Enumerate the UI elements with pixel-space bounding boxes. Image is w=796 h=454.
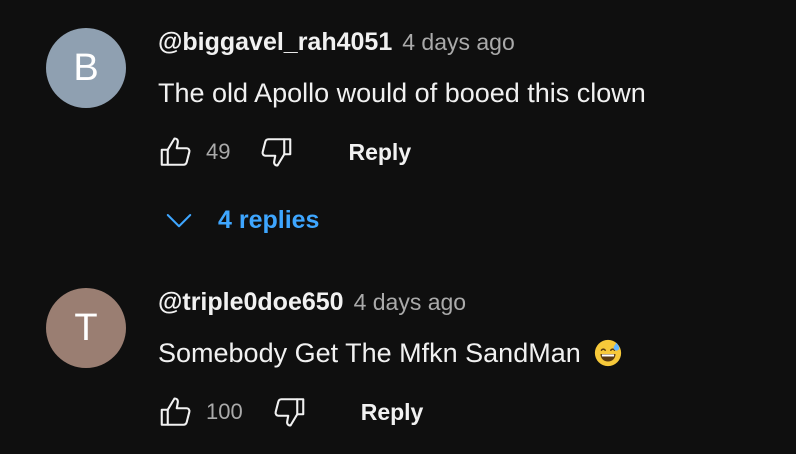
avatar-letter: T — [74, 306, 98, 349]
replies-count-label: 4 replies — [218, 205, 320, 234]
thumbs-down-icon — [262, 138, 292, 167]
reply-button[interactable]: Reply — [361, 399, 424, 426]
comment-text: The old Apollo would of booed this clown — [158, 74, 646, 112]
chevron-down-icon — [164, 205, 194, 235]
avatar[interactable]: T — [46, 288, 126, 368]
comment-text: Somebody Get The Mfkn SandMan — [158, 334, 623, 372]
avatar[interactable]: B — [46, 28, 126, 108]
comment-text-content: Somebody Get The Mfkn SandMan — [158, 337, 581, 368]
like-count: 100 — [206, 399, 243, 424]
dislike-button[interactable] — [269, 392, 309, 432]
dislike-button[interactable] — [256, 132, 296, 172]
comment-actions: 100 Reply — [156, 392, 423, 432]
grinning-sweat-emoji-icon — [594, 339, 621, 367]
comment-actions: 49 Reply — [156, 132, 411, 172]
like-button[interactable] — [156, 392, 196, 432]
like-button[interactable] — [156, 132, 196, 172]
username[interactable]: @triple0doe650 — [158, 288, 344, 317]
thumbs-up-icon — [160, 137, 191, 166]
thumbs-down-icon — [274, 398, 305, 427]
username[interactable]: @biggavel_rah4051 — [158, 28, 392, 57]
like-count: 49 — [206, 139, 231, 164]
avatar-letter: B — [73, 46, 99, 89]
timestamp[interactable]: 4 days ago — [354, 289, 467, 316]
thumbs-up-icon — [160, 397, 191, 426]
comment-header: @biggavel_rah4051 4 days ago — [158, 28, 515, 62]
comment-text-content: The old Apollo would of booed this clown — [158, 77, 646, 108]
comment-header: @triple0doe650 4 days ago — [158, 288, 466, 322]
timestamp[interactable]: 4 days ago — [402, 29, 515, 56]
reply-button[interactable]: Reply — [348, 139, 411, 166]
view-replies-button[interactable]: 4 replies — [164, 200, 319, 240]
